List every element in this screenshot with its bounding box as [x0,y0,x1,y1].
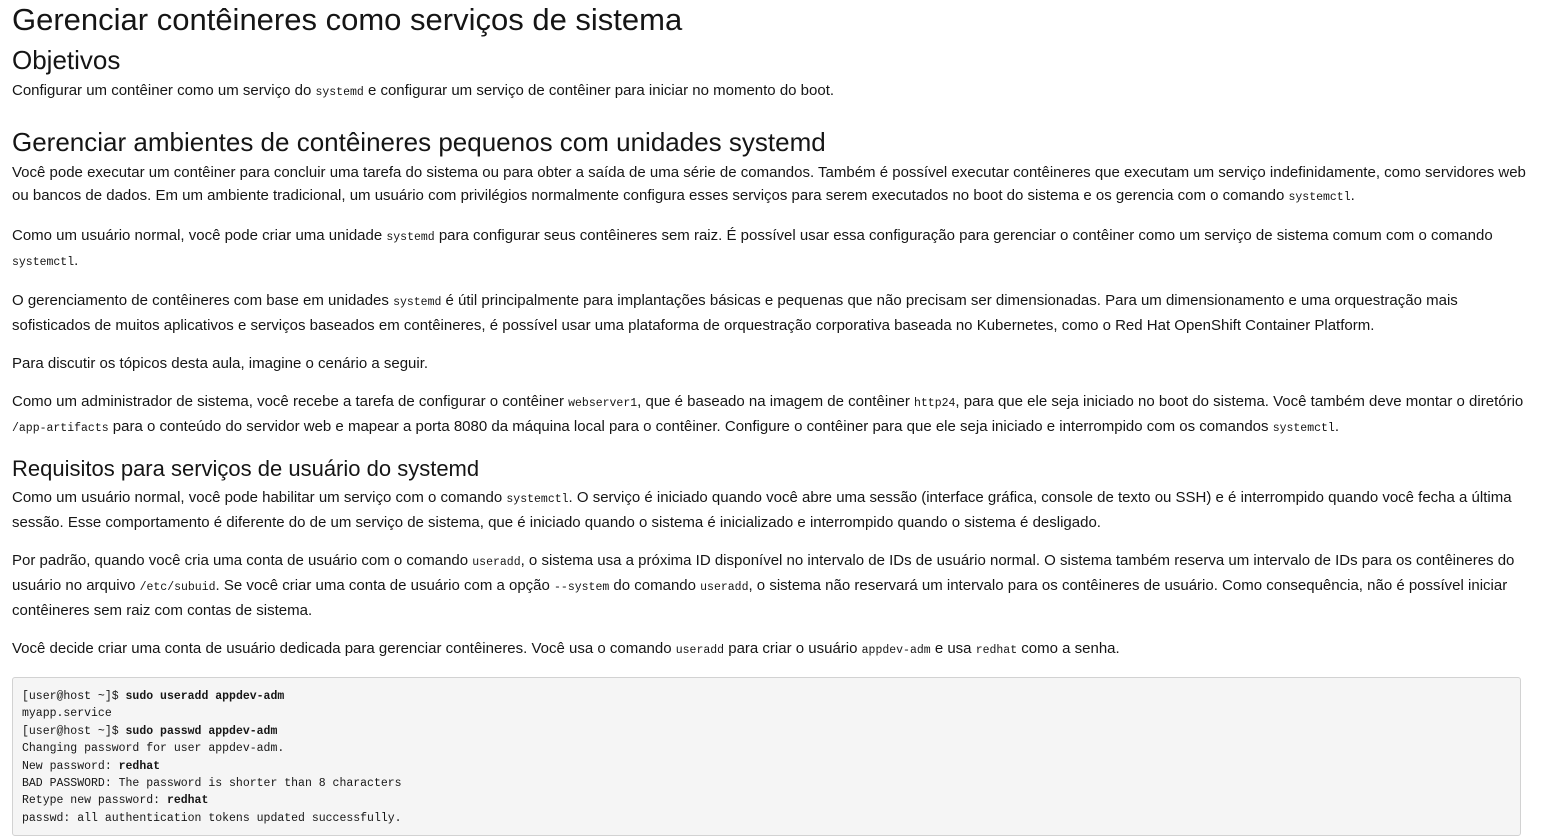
text: para configurar seus contêineres sem rai… [434,227,1493,244]
section-heading-user-services: Requisitos para serviços de usuário do s… [12,456,480,481]
terminal-line: Retype new password: redhat [22,792,1511,809]
inline-code: systemctl [506,493,569,506]
typed-input: redhat [166,794,209,808]
text: Como um usuário normal, você pode criar … [12,227,387,244]
terminal-line: [user@host ~]$ sudo passwd appdev-adm [22,723,1511,740]
objectives-heading: Objetivos [12,45,121,75]
text: , que é baseado na imagem de contêiner [637,393,914,410]
paragraph: Como um usuário normal, você pode habili… [12,486,1530,534]
paragraph: O gerenciamento de contêineres com base … [12,289,1530,337]
inline-code: systemctl [1272,422,1335,435]
paragraph: Você pode executar um contêiner para con… [12,161,1530,209]
terminal-line: passwd: all authentication tokens update… [22,810,1511,827]
text: Para discutir os tópicos desta aula, ima… [12,355,429,372]
terminal-line: [user@host ~]$ sudo useradd appdev-adm [22,688,1511,705]
inline-code: webserver1 [568,397,638,410]
text: . [1334,418,1339,435]
section-heading-systemd-units: Gerenciar ambientes de contêineres peque… [12,127,826,157]
inline-code: appdev-adm [861,644,931,657]
prompt: [user@host ~]$ [22,724,126,738]
inline-code: /etc/subuid [139,581,216,594]
text: Por padrão, quando você cria uma conta d… [12,552,473,569]
terminal-line: Changing password for user appdev-adm. [22,740,1511,757]
text: O gerenciamento de contêineres com base … [12,292,394,309]
text: e configurar um serviço de contêiner par… [363,82,835,99]
text: para o conteúdo do servidor web e mapear… [108,418,1273,435]
inline-code: systemctl [1288,191,1351,204]
text: Como um usuário normal, você pode habili… [12,489,507,506]
output: Changing password for user appdev-adm. [22,742,285,756]
text: , para que ele seja iniciado no boot do … [955,393,1524,410]
terminal-line: New password: redhat [22,758,1511,775]
text: Configurar um contêiner como um serviço … [12,82,316,99]
command: sudo passwd appdev-adm [125,724,278,738]
text: como a senha. [1017,640,1120,657]
command: sudo useradd appdev-adm [125,690,285,703]
output: myapp.service [22,707,112,721]
output: New password: [22,759,119,773]
text: . [74,252,79,269]
inline-code: systemd [386,231,435,244]
inline-code: systemctl [12,256,75,269]
inline-code: --system [554,581,610,594]
text: do comando [609,577,701,594]
inline-code: http24 [914,397,956,410]
text: Como um administrador de sistema, você r… [12,393,569,410]
document: Gerenciar contêineres como serviços de s… [0,1,1542,837]
inline-code: /app-artifacts [12,422,109,435]
paragraph: Você decide criar uma conta de usuário d… [12,637,1530,662]
text: . Se você criar uma conta de usuário com… [215,577,555,594]
text: para criar o usuário [724,640,862,657]
paragraph: Como um administrador de sistema, você r… [12,390,1530,440]
page-title: Gerenciar contêineres como serviços de s… [12,2,683,37]
inline-code: redhat [975,644,1018,657]
paragraph: Para discutir os tópicos desta aula, ima… [12,352,1530,375]
prompt: [user@host ~]$ [22,690,126,703]
terminal-line: myapp.service [22,705,1511,722]
text: e usa [930,640,976,657]
paragraph: Como um usuário normal, você pode criar … [12,224,1530,274]
inline-code: useradd [472,556,521,569]
output: passwd: all authentication tokens update… [22,811,402,825]
output: Retype new password: [22,794,167,808]
terminal-line: BAD PASSWORD: The password is shorter th… [22,775,1511,792]
paragraph: Por padrão, quando você cria uma conta d… [12,549,1530,622]
text: . [1350,187,1355,204]
terminal-output[interactable]: [user@host ~]$ sudo useradd appdev-adm my… [12,677,1521,837]
inline-code: useradd [675,644,725,657]
typed-input: redhat [118,759,161,773]
inline-code: systemd [315,86,364,99]
text: Você decide criar uma conta de usuário d… [12,640,676,657]
output: BAD PASSWORD: The password is shorter th… [22,777,402,791]
objectives-paragraph: Configurar um contêiner como um serviço … [12,79,1530,104]
inline-code: systemd [393,296,442,309]
inline-code: useradd [700,581,749,594]
